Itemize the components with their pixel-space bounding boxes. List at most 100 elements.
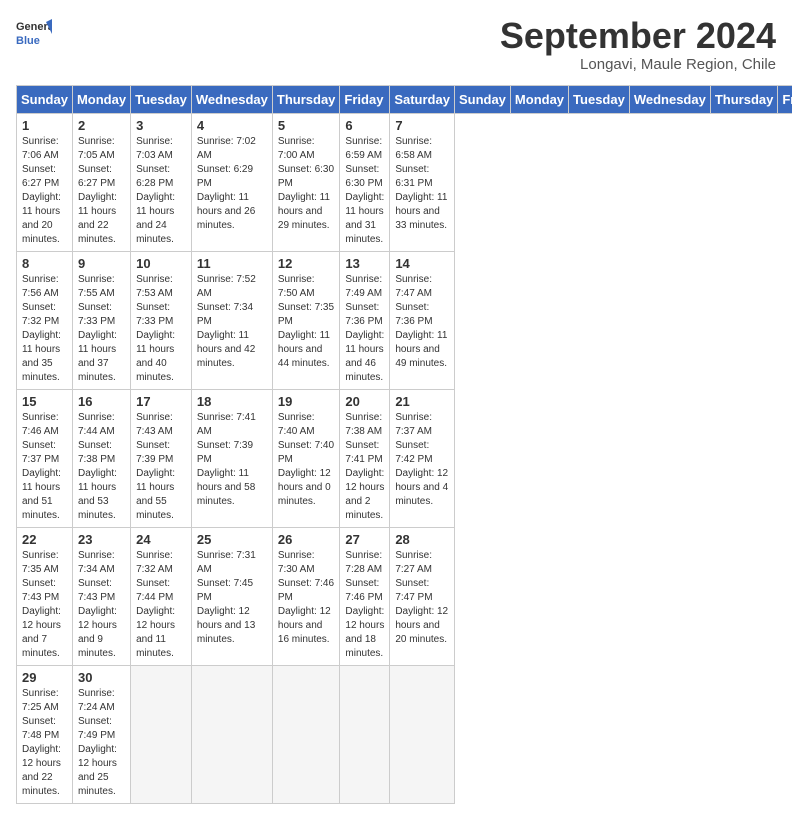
calendar-cell: 9Sunrise: 7:55 AMSunset: 7:33 PMDaylight…	[72, 251, 130, 389]
daylight: Daylight: 11 hours and 22 minutes.	[78, 191, 125, 247]
weekday-header-tuesday: Tuesday	[569, 85, 630, 113]
sunset: Sunset: 7:35 PM	[278, 301, 335, 329]
calendar-cell: 18 Sunrise: 7:41 AMSunset: 7:39 PMDayligh…	[191, 389, 272, 527]
day-info: Sunrise: 7:28 AMSunset: 7:46 PMDaylight:…	[345, 549, 384, 661]
calendar-cell: 10Sunrise: 7:53 AMSunset: 7:33 PMDayligh…	[131, 251, 192, 389]
sunset: Sunset: 7:46 PM	[345, 577, 384, 605]
weekday-header-tuesday: Tuesday	[131, 85, 192, 113]
calendar-cell: 22Sunrise: 7:35 AMSunset: 7:43 PMDayligh…	[17, 527, 73, 665]
daylight: Daylight: 11 hours and 44 minutes.	[278, 329, 335, 371]
day-info: Sunrise: 7:06 AMSunset: 6:27 PMDaylight:…	[22, 135, 67, 247]
calendar-header-row: SundayMondayTuesdayWednesdayThursdayFrid…	[17, 85, 792, 113]
calendar-cell: 4Sunrise: 7:02 AMSunset: 6:29 PMDaylight…	[191, 113, 272, 251]
day-info: Sunrise: 7:34 AMSunset: 7:43 PMDaylight:…	[78, 549, 125, 661]
day-info: Sunrise: 7:47 AMSunset: 7:36 PMDaylight:…	[395, 273, 449, 371]
daylight: Daylight: 11 hours and 49 minutes.	[395, 329, 449, 371]
sunrise: Sunrise: 7:05 AM	[78, 135, 125, 163]
sunset: Sunset: 7:44 PM	[136, 577, 186, 605]
day-number: 30	[78, 670, 125, 685]
day-number: 14	[395, 256, 449, 271]
daylight: Daylight: 12 hours and 4 minutes.	[395, 467, 449, 509]
sunrise: Sunrise: 7:27 AM	[395, 549, 449, 577]
day-number: 19	[278, 394, 335, 409]
sunset: Sunset: 7:39 PM	[197, 439, 267, 467]
daylight: Daylight: 11 hours and 31 minutes.	[345, 191, 384, 247]
daylight: Daylight: 11 hours and 46 minutes.	[345, 329, 384, 385]
sunset: Sunset: 6:30 PM	[278, 163, 335, 191]
day-number: 7	[395, 118, 449, 133]
daylight: Daylight: 12 hours and 20 minutes.	[395, 605, 449, 647]
sunset: Sunset: 6:28 PM	[136, 163, 186, 191]
calendar-cell: 26Sunrise: 7:30 AMSunset: 7:46 PMDayligh…	[272, 527, 340, 665]
calendar-week-row: 29Sunrise: 7:25 AMSunset: 7:48 PMDayligh…	[17, 665, 792, 803]
calendar-cell: 21Sunrise: 7:37 AMSunset: 7:42 PMDayligh…	[390, 389, 455, 527]
daylight: Daylight: 12 hours and 22 minutes.	[22, 743, 67, 799]
day-number: 1	[22, 118, 67, 133]
month-title: September 2024	[500, 16, 776, 56]
calendar-cell: 11 Sunrise: 7:52 AMSunset: 7:34 PMDayligh…	[191, 251, 272, 389]
weekday-header-saturday: Saturday	[390, 85, 455, 113]
sunrise: Sunrise: 7:53 AM	[136, 273, 186, 301]
sunrise: Sunrise: 7:38 AM	[345, 411, 384, 439]
logo: General Blue	[16, 16, 52, 52]
sunrise: Sunrise: 7:46 AM	[22, 411, 67, 439]
day-number: 27	[345, 532, 384, 547]
sunset: Sunset: 7:43 PM	[78, 577, 125, 605]
sunset: Sunset: 6:31 PM	[395, 163, 449, 191]
sunrise: Sunrise: 6:58 AM	[395, 135, 449, 163]
sunrise: Sunrise: 7:25 AM	[22, 687, 67, 715]
calendar-cell: 15Sunrise: 7:46 AMSunset: 7:37 PMDayligh…	[17, 389, 73, 527]
calendar-cell	[191, 665, 272, 803]
day-number: 3	[136, 118, 186, 133]
daylight: Daylight: 11 hours and 37 minutes.	[78, 329, 125, 385]
sunset: Sunset: 7:41 PM	[345, 439, 384, 467]
sunrise: Sunrise: 7:35 AM	[22, 549, 67, 577]
day-info: Sunrise: 6:59 AMSunset: 6:30 PMDaylight:…	[345, 135, 384, 247]
day-number: 18	[197, 394, 267, 409]
day-info: Sunrise: 7:25 AMSunset: 7:48 PMDaylight:…	[22, 687, 67, 799]
daylight: Daylight: 12 hours and 25 minutes.	[78, 743, 125, 799]
logo-svg: General Blue	[16, 16, 52, 52]
weekday-header-sunday: Sunday	[454, 85, 510, 113]
day-info: Sunrise: 7:50 AMSunset: 7:35 PMDaylight:…	[278, 273, 335, 371]
day-number: 12	[278, 256, 335, 271]
weekday-header-monday: Monday	[510, 85, 568, 113]
calendar-cell: 23Sunrise: 7:34 AMSunset: 7:43 PMDayligh…	[72, 527, 130, 665]
day-info: Sunrise: 7:53 AMSunset: 7:33 PMDaylight:…	[136, 273, 186, 385]
day-info: Sunrise: 7:30 AMSunset: 7:46 PMDaylight:…	[278, 549, 335, 647]
calendar-cell: 2Sunrise: 7:05 AMSunset: 6:27 PMDaylight…	[72, 113, 130, 251]
sunrise: Sunrise: 7:34 AM	[78, 549, 125, 577]
calendar-cell	[272, 665, 340, 803]
day-info: Sunrise: 7:56 AMSunset: 7:32 PMDaylight:…	[22, 273, 67, 385]
calendar-cell: 14 Sunrise: 7:47 AMSunset: 7:36 PMDayligh…	[390, 251, 455, 389]
calendar-cell: 25Sunrise: 7:31 AMSunset: 7:45 PMDayligh…	[191, 527, 272, 665]
calendar-cell: 19Sunrise: 7:40 AMSunset: 7:40 PMDayligh…	[272, 389, 340, 527]
calendar-cell: 7Sunrise: 6:58 AMSunset: 6:31 PMDaylight…	[390, 113, 455, 251]
day-info: Sunrise: 7:03 AMSunset: 6:28 PMDaylight:…	[136, 135, 186, 247]
calendar-cell: 3 Sunrise: 7:03 AMSunset: 6:28 PMDaylight…	[131, 113, 192, 251]
weekday-header-wednesday: Wednesday	[629, 85, 710, 113]
calendar-cell: 24Sunrise: 7:32 AMSunset: 7:44 PMDayligh…	[131, 527, 192, 665]
day-info: Sunrise: 7:41 AMSunset: 7:39 PMDaylight:…	[197, 411, 267, 509]
sunrise: Sunrise: 7:30 AM	[278, 549, 335, 577]
day-info: Sunrise: 7:27 AMSunset: 7:47 PMDaylight:…	[395, 549, 449, 647]
weekday-header-wednesday: Wednesday	[191, 85, 272, 113]
sunset: Sunset: 7:40 PM	[278, 439, 335, 467]
sunrise: Sunrise: 7:43 AM	[136, 411, 186, 439]
sunset: Sunset: 7:33 PM	[78, 301, 125, 329]
day-number: 16	[78, 394, 125, 409]
daylight: Daylight: 12 hours and 11 minutes.	[136, 605, 186, 661]
daylight: Daylight: 12 hours and 7 minutes.	[22, 605, 67, 661]
daylight: Daylight: 12 hours and 16 minutes.	[278, 605, 335, 647]
day-number: 9	[78, 256, 125, 271]
calendar-cell: 12 Sunrise: 7:50 AMSunset: 7:35 PMDayligh…	[272, 251, 340, 389]
svg-text:Blue: Blue	[16, 35, 40, 47]
weekday-header-thursday: Thursday	[710, 85, 778, 113]
daylight: Daylight: 11 hours and 24 minutes.	[136, 191, 186, 247]
day-info: Sunrise: 7:52 AMSunset: 7:34 PMDaylight:…	[197, 273, 267, 371]
day-number: 6	[345, 118, 384, 133]
day-info: Sunrise: 7:43 AMSunset: 7:39 PMDaylight:…	[136, 411, 186, 523]
day-number: 11	[197, 256, 267, 271]
day-info: Sunrise: 7:05 AMSunset: 6:27 PMDaylight:…	[78, 135, 125, 247]
location: Longavi, Maule Region, Chile	[500, 56, 776, 73]
